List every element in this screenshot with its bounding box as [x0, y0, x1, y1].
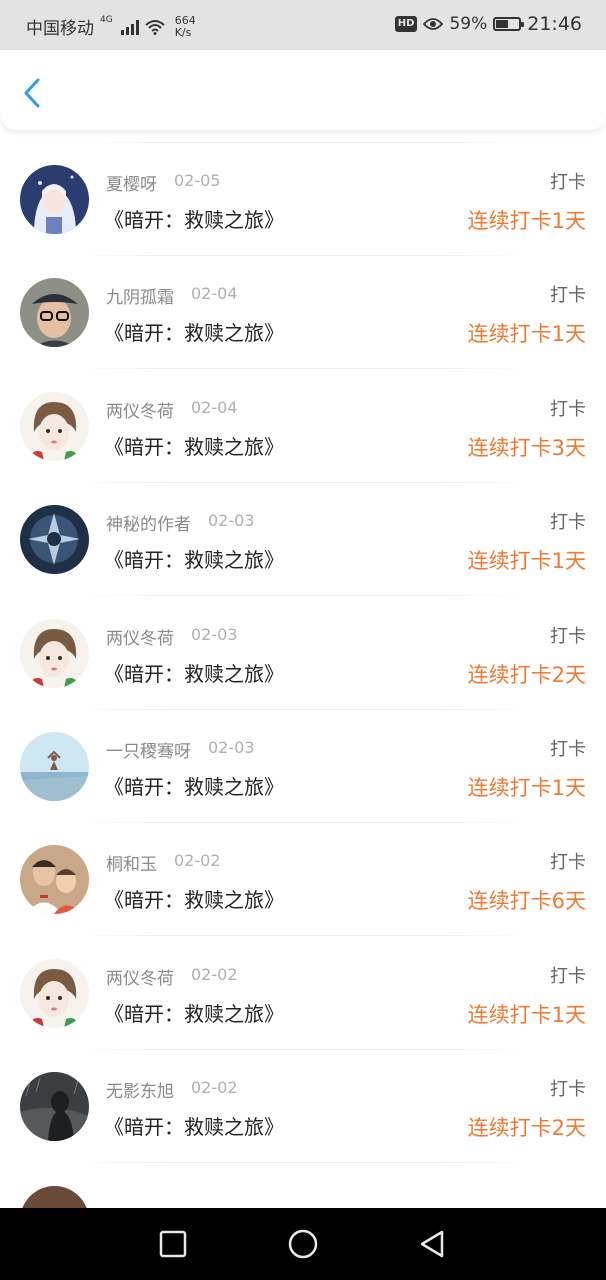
record-type-label: 打卡 — [550, 398, 586, 420]
painted-girl-avatar — [20, 958, 89, 1028]
streak-count: 连续打卡2天 — [467, 1116, 586, 1141]
book-title[interactable]: 《暗开：救赎之旅》 — [104, 204, 284, 233]
battery-fill — [496, 20, 509, 28]
checkin-date: 02-04 — [191, 284, 238, 304]
signal-icon — [120, 19, 139, 35]
book-title[interactable]: 《暗开：救赎之旅》 — [104, 884, 284, 913]
record-type-label: 打卡 — [550, 285, 586, 307]
list-item[interactable]: 神秘的作者 02-03 《暗开：救赎之旅》 打卡连续打卡1天 — [0, 483, 606, 597]
hd-badge: HD — [394, 16, 418, 32]
network-speed-unit: K/s — [174, 25, 192, 39]
status-bar: 中国移动 4G 664 K/s HD 59% 21:46 — [0, 0, 606, 50]
triangle-back-icon[interactable] — [416, 1228, 448, 1260]
username[interactable]: 桐和玉 — [106, 850, 157, 875]
streak-count: 连续打卡1天 — [467, 1002, 586, 1027]
streak-count: 连续打卡1天 — [467, 322, 586, 347]
list-item[interactable]: 夏樱呀 02-05 《暗开：救赎之旅》 打卡连续打卡1天 — [0, 143, 606, 256]
meditation-sea-avatar — [20, 732, 89, 801]
top-header — [0, 50, 606, 130]
username[interactable]: 两仪冬荷 — [106, 964, 174, 989]
list-item[interactable]: 桐和玉 02-02 《暗开：救赎之旅》 打卡连续打卡6天 — [0, 823, 606, 937]
list-item[interactable]: 两仪冬荷 02-02 《暗开：救赎之旅》 打卡连续打卡1天 — [0, 937, 606, 1050]
record-type-label: 打卡 — [550, 965, 586, 987]
book-title[interactable]: 《暗开：救赎之旅》 — [104, 771, 284, 800]
network-type: 4G — [100, 14, 113, 25]
username[interactable]: 一只稷骞呀 — [106, 737, 191, 762]
streak-count: 连续打卡2天 — [467, 662, 586, 687]
list-item[interactable]: 两仪冬荷 02-04 《暗开：救赎之旅》 打卡连续打卡3天 — [0, 370, 606, 483]
avatar[interactable] — [20, 391, 89, 461]
status-bar-right: HD 59% 21:46 — [394, 13, 582, 35]
anime-girl-avatar — [20, 165, 89, 234]
record-type-label: 打卡 — [550, 172, 586, 193]
checkin-date: 02-02 — [174, 851, 221, 871]
username[interactable]: 两仪冬荷 — [106, 624, 174, 649]
book-title[interactable]: 《暗开：救赎之旅》 — [104, 544, 284, 573]
record-type-label: 打卡 — [550, 852, 586, 874]
square-recent-apps-icon[interactable] — [157, 1228, 189, 1260]
painted-girl-avatar — [20, 618, 89, 688]
status-bar-left: 中国移动 4G 664 K/s — [26, 14, 196, 39]
checkin-date: 02-02 — [191, 964, 238, 984]
wifi-icon — [145, 19, 165, 35]
username[interactable]: 两仪冬荷 — [106, 397, 174, 422]
list-item[interactable]: 无影东旭 02-02 《暗开：救赎之旅》 打卡连续打卡2天 — [0, 1050, 606, 1164]
list-item[interactable]: 九阴孤霜 02-04 《暗开：救赎之旅》 打卡连续打卡1天 — [0, 256, 606, 370]
checkin-list[interactable]: 夏樱呀 02-05 《暗开：救赎之旅》 打卡 连续打卡1天 九阴孤霜 02-04 《暗开：救赎… — [0, 98, 606, 1208]
eye-comfort-icon — [423, 18, 444, 30]
streak-count: 连续打卡6天 — [467, 889, 586, 914]
record-type-label: 打卡 — [550, 739, 586, 760]
avatar[interactable] — [20, 165, 89, 234]
boy-cap-glasses-avatar — [20, 278, 89, 348]
system-nav-bar — [0, 1208, 606, 1280]
book-title[interactable]: 《暗开：救赎之旅》 — [104, 317, 284, 346]
avatar[interactable] — [20, 1185, 89, 1208]
username[interactable]: 九阴孤霜 — [106, 283, 174, 308]
avatar[interactable] — [20, 1072, 89, 1142]
book-title[interactable]: 《暗开：救赎之旅》 — [104, 658, 284, 687]
checkin-date: 02-04 — [191, 397, 238, 417]
streak-count: 连续打卡1天 — [467, 776, 586, 800]
streak-count: 连续打卡1天 — [467, 549, 586, 574]
book-title[interactable]: 《暗开：救赎之旅》 — [104, 998, 284, 1027]
network-speed: 664 K/s — [174, 14, 196, 39]
avatar[interactable] — [20, 958, 89, 1028]
list-item-partial-bottom[interactable] — [0, 1164, 606, 1208]
checkin-date: 02-03 — [208, 511, 255, 531]
chevron-left-icon[interactable] — [18, 76, 48, 110]
record-type-label: 打卡 — [550, 625, 586, 647]
record-type-label: 打卡 — [550, 512, 586, 534]
username[interactable]: 夏樱呀 — [106, 170, 157, 195]
streak-count: 连续打卡1天 — [467, 209, 586, 233]
avatar[interactable] — [20, 505, 89, 575]
avatar[interactable] — [20, 278, 89, 348]
avatar[interactable] — [20, 732, 89, 801]
circle-home-icon[interactable] — [287, 1228, 319, 1260]
avatar[interactable] — [20, 845, 89, 915]
dark-rain-avatar — [20, 1072, 89, 1142]
checkin-date: 02-03 — [191, 624, 238, 644]
avatar[interactable] — [20, 618, 89, 688]
battery-percent: 59% — [449, 14, 488, 34]
painted-girl-avatar — [20, 391, 89, 461]
checkin-date: 02-03 — [208, 738, 255, 757]
book-title[interactable]: 《暗开：救赎之旅》 — [104, 431, 284, 460]
username[interactable]: 无影东旭 — [106, 1077, 174, 1102]
list-item[interactable]: 一只稷骞呀 02-03 《暗开：救赎之旅》 打卡连续打卡1天 — [0, 710, 606, 823]
checkin-date: 02-05 — [174, 171, 221, 190]
record-type-label: 打卡 — [550, 1079, 586, 1101]
list-item[interactable]: 两仪冬荷 02-03 《暗开：救赎之旅》 打卡连续打卡2天 — [0, 597, 606, 710]
battery-icon — [493, 17, 525, 31]
family-photo-avatar — [20, 845, 89, 915]
checkin-date: 02-02 — [191, 1078, 238, 1098]
dark-emblem-avatar — [20, 505, 89, 575]
carrier-name: 中国移动 — [26, 19, 94, 39]
book-title[interactable]: 《暗开：救赎之旅》 — [104, 1111, 284, 1140]
streak-count: 连续打卡3天 — [467, 435, 586, 460]
username[interactable]: 神秘的作者 — [106, 510, 191, 535]
clock-time: 21:46 — [527, 13, 582, 35]
